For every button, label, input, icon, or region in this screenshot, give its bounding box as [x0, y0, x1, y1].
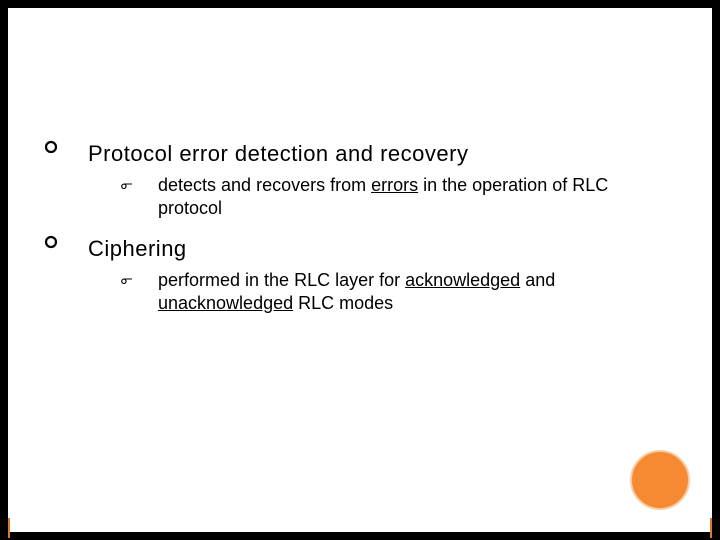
subitem-text: detects and recovers from errors in the … [158, 174, 672, 222]
list-item: Ciphering [42, 235, 672, 263]
underlined-text: errors [371, 175, 418, 195]
decorative-circle-icon [630, 450, 690, 510]
list-subitem: ൳ performed in the RLC layer for acknowl… [120, 269, 672, 317]
content-area: Protocol error detection and recovery ൳ … [42, 140, 672, 330]
ring-bullet-icon [42, 235, 88, 254]
decorative-edge [710, 518, 712, 538]
underlined-text: acknowledged [405, 270, 520, 290]
ring-bullet-icon [42, 140, 88, 159]
text-fragment: RLC modes [293, 293, 393, 313]
bullet-title: Ciphering [88, 235, 187, 263]
swirl-bullet-icon: ൳ [120, 269, 158, 292]
list-item: Protocol error detection and recovery [42, 140, 672, 168]
text-fragment: performed in the RLC layer for [158, 270, 405, 290]
slide: Protocol error detection and recovery ൳ … [8, 8, 712, 532]
decorative-edge [8, 518, 10, 538]
text-fragment: detects and recovers from [158, 175, 371, 195]
list-subitem: ൳ detects and recovers from errors in th… [120, 174, 672, 222]
text-fragment: and [520, 270, 555, 290]
bullet-title: Protocol error detection and recovery [88, 140, 468, 168]
swirl-bullet-icon: ൳ [120, 174, 158, 197]
underlined-text: unacknowledged [158, 293, 293, 313]
subitem-text: performed in the RLC layer for acknowled… [158, 269, 672, 317]
